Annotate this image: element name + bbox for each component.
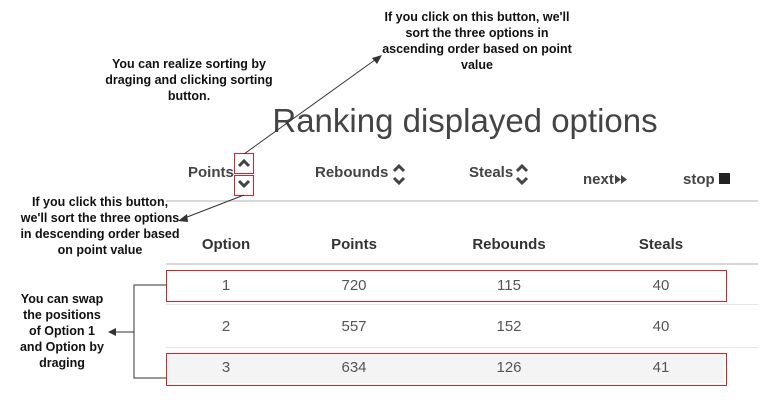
ascending-pointer-line	[243, 56, 380, 155]
swap-bracket	[133, 284, 166, 379]
ascending-pointer-arrowhead	[372, 55, 382, 64]
annotation-pointers	[108, 55, 382, 379]
descending-pointer-arrowhead	[178, 214, 188, 222]
swap-pointer-arrowhead	[108, 328, 116, 336]
descending-pointer-line	[181, 194, 245, 220]
